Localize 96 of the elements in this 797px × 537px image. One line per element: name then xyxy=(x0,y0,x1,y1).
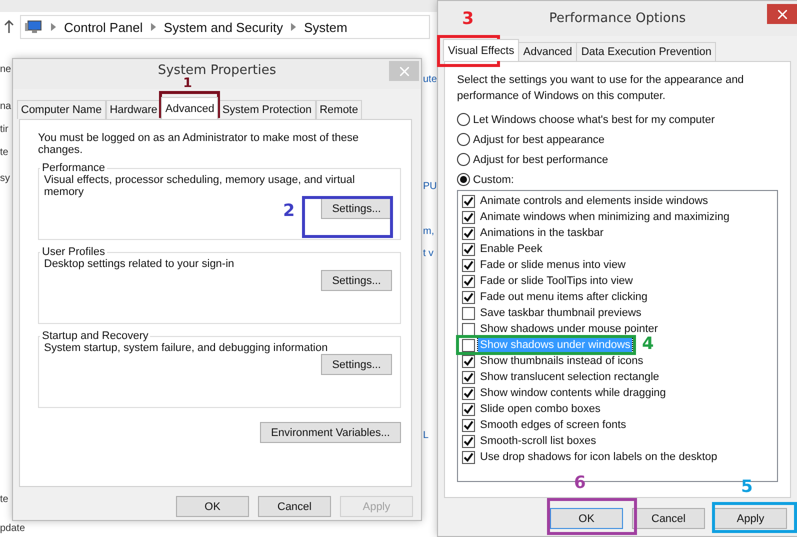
breadcrumb-item[interactable]: Control Panel xyxy=(64,20,143,34)
up-arrow-icon[interactable] xyxy=(4,20,14,34)
checkbox-label[interactable]: Show window contents while dragging xyxy=(478,386,668,400)
description-text: Select the settings you want to use for the appearance and performance of Windows on this computer. xyxy=(457,73,745,104)
checkbox[interactable] xyxy=(462,274,475,288)
chevron-icon xyxy=(51,23,56,31)
tab[interactable]: Remote xyxy=(316,100,362,119)
radio-button[interactable] xyxy=(457,173,470,186)
close-button[interactable] xyxy=(767,4,797,24)
group-description: Visual effects, processor scheduling, memory usage, and virtual memory xyxy=(44,174,356,198)
radio-label[interactable]: Adjust for best performance xyxy=(473,154,608,166)
radio-button[interactable] xyxy=(457,113,470,126)
dialog-button[interactable]: Apply xyxy=(714,508,787,529)
dialog-button[interactable]: OK xyxy=(550,508,623,529)
checkbox[interactable] xyxy=(462,338,475,352)
tab[interactable]: System Protection xyxy=(218,100,316,119)
checkbox-label[interactable]: Animate windows when minimizing and maximizing xyxy=(478,210,732,224)
tab[interactable]: Advanced xyxy=(161,97,218,119)
chevron-icon xyxy=(150,23,156,31)
checkbox-label[interactable]: Fade or slide ToolTips into view xyxy=(478,274,635,288)
checkbox[interactable] xyxy=(462,418,475,432)
checkbox-label[interactable]: Smooth-scroll list boxes xyxy=(478,434,598,448)
group-description: System startup, system failure, and debugging information xyxy=(44,342,329,354)
checkbox-label[interactable]: Slide open combo boxes xyxy=(478,402,602,416)
step-number: 3 xyxy=(462,10,474,28)
tab[interactable]: Hardware xyxy=(106,100,162,119)
checkbox[interactable] xyxy=(462,242,475,256)
background-text: te xyxy=(0,147,8,159)
step-number: 5 xyxy=(741,478,753,496)
dialog-button[interactable]: Cancel xyxy=(632,508,705,529)
checkbox-label[interactable]: Save taskbar thumbnail previews xyxy=(478,306,644,320)
dialog-button[interactable]: Cancel xyxy=(258,496,331,517)
checkbox[interactable] xyxy=(462,210,475,224)
step-number: 4 xyxy=(642,335,654,353)
group-title: Performance xyxy=(41,162,106,174)
background-text: te xyxy=(0,494,8,506)
checkbox-label[interactable]: Animations in the taskbar xyxy=(478,226,606,240)
tab[interactable]: Data Execution Prevention xyxy=(576,42,716,61)
tab[interactable]: Visual Effects xyxy=(443,39,520,61)
checkbox[interactable] xyxy=(462,402,475,416)
checkbox-label[interactable]: Animate controls and elements inside windows xyxy=(478,194,710,208)
background-text: t v xyxy=(423,248,434,260)
close-icon xyxy=(400,66,408,76)
step-number: 1 xyxy=(183,78,192,90)
settings-button[interactable]: Settings... xyxy=(321,270,392,291)
step-number: 2 xyxy=(283,202,295,220)
checkbox-label[interactable]: Use drop shadows for icon labels on the desktop xyxy=(478,450,720,464)
window-title: System Properties xyxy=(158,63,276,78)
checkbox[interactable] xyxy=(462,354,475,368)
close-icon xyxy=(778,10,786,18)
checkbox[interactable] xyxy=(462,226,475,240)
background-text: ne xyxy=(0,64,12,76)
background-text: ute xyxy=(423,74,437,86)
breadcrumb-item[interactable]: System and Security xyxy=(164,20,283,34)
checkbox[interactable] xyxy=(462,386,475,400)
checkbox[interactable] xyxy=(462,450,475,464)
group-description: Desktop settings related to your sign-in xyxy=(44,258,236,270)
group-title: Startup and Recovery xyxy=(41,330,150,342)
checkbox[interactable] xyxy=(462,306,475,320)
breadcrumb-item[interactable]: System xyxy=(304,20,348,34)
checkbox-label[interactable]: Enable Peek xyxy=(478,242,544,256)
background-text: sy xyxy=(0,173,10,185)
checkbox[interactable] xyxy=(462,434,475,448)
checkbox-label[interactable]: Show translucent selection rectangle xyxy=(478,370,662,384)
background-text: L xyxy=(423,430,429,442)
group-title: User Profiles xyxy=(41,246,106,258)
computer-icon xyxy=(25,20,43,34)
radio-label[interactable]: Adjust for best appearance xyxy=(473,134,604,146)
checkbox-label[interactable]: Show thumbnails instead of icons xyxy=(478,354,646,368)
checkbox-label[interactable]: Fade out menu items after clicking xyxy=(478,290,650,304)
radio-button[interactable] xyxy=(457,133,470,146)
background-text: m, xyxy=(423,226,434,238)
notice-text: You must be logged on as an Administrator to make most of these changes. xyxy=(38,132,360,156)
address-bar[interactable]: Control Panel System and Security System xyxy=(20,15,430,39)
checkbox[interactable] xyxy=(462,258,475,272)
checkbox[interactable] xyxy=(462,290,475,304)
dialog-button[interactable]: OK xyxy=(176,496,249,517)
checkbox[interactable] xyxy=(462,370,475,384)
checkbox[interactable] xyxy=(462,194,475,208)
radio-label[interactable]: Custom: xyxy=(473,174,514,186)
settings-button[interactable]: Settings... xyxy=(321,354,392,375)
background-text: na xyxy=(0,101,12,113)
radio-button[interactable] xyxy=(457,153,470,166)
settings-button[interactable]: Settings... xyxy=(321,198,392,219)
chevron-icon xyxy=(291,23,296,31)
background-text: pdate xyxy=(0,523,26,535)
environment-variables-button[interactable]: Environment Variables... xyxy=(260,422,401,443)
radio-label[interactable]: Let Windows choose what's best for my computer xyxy=(473,114,715,126)
window-title: Performance Options xyxy=(549,11,686,26)
checkbox-label[interactable]: Show shadows under mouse pointer xyxy=(478,322,660,336)
checkbox-label[interactable]: Fade or slide menus into view xyxy=(478,258,628,272)
checkbox-label[interactable]: Smooth edges of screen fonts xyxy=(478,418,628,432)
background-text: tir xyxy=(0,124,8,136)
background-text: PU xyxy=(423,181,437,193)
tab[interactable]: Computer Name xyxy=(17,100,106,119)
checkbox[interactable] xyxy=(462,322,475,336)
